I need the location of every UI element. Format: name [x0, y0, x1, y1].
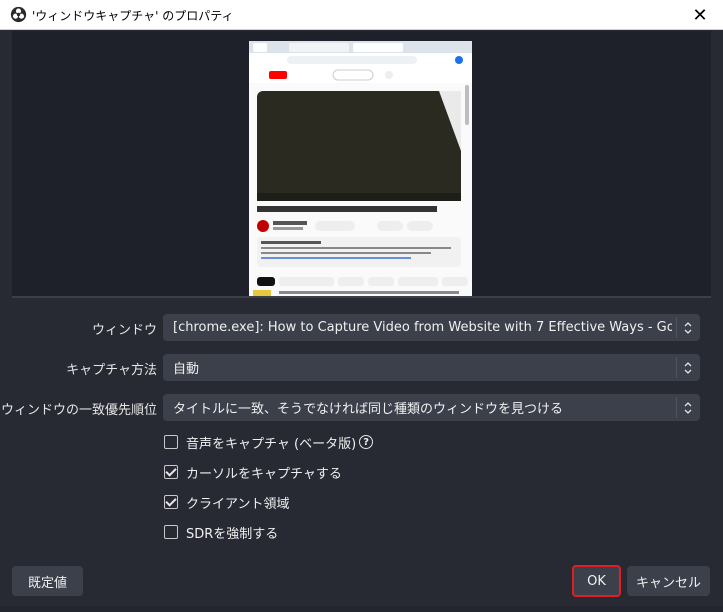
capture-method-select[interactable]: 自動	[163, 354, 700, 381]
force-sdr-label: SDRを強制する	[186, 526, 279, 542]
cancel-button[interactable]: キャンセル	[627, 566, 710, 596]
capture-method-label: キャプチャ方法	[66, 363, 157, 378]
capture-cursor-checkbox[interactable]	[164, 465, 178, 479]
client-area-label: クライアント領域	[186, 496, 290, 512]
capture-audio-label: 音声をキャプチャ (ベータ版)	[186, 436, 357, 452]
ok-button[interactable]: OK	[572, 565, 621, 597]
bottom-edge	[0, 606, 723, 612]
window-select-value: [chrome.exe]: How to Capture Video from …	[173, 320, 672, 335]
window-select[interactable]: [chrome.exe]: How to Capture Video from …	[163, 314, 700, 341]
capture-cursor-label: カーソルをキャプチャする	[186, 466, 342, 482]
window-label: ウィンドウ	[91, 323, 157, 338]
updown-arrows-icon	[676, 397, 696, 418]
updown-arrows-icon	[676, 317, 696, 338]
force-sdr-checkbox[interactable]	[164, 525, 178, 539]
help-icon[interactable]: ?	[359, 435, 374, 449]
capture-cursor-checkbox-row[interactable]: カーソルをキャプチャする	[164, 462, 342, 482]
preview-area	[12, 31, 711, 296]
obs-logo-icon	[10, 6, 27, 23]
defaults-button[interactable]: 既定値	[12, 566, 83, 596]
client-area-checkbox-row[interactable]: クライアント領域	[164, 492, 289, 512]
updown-arrows-icon	[676, 357, 696, 378]
close-button[interactable]: ✕	[683, 0, 717, 30]
priority-value: タイトルに一致、そうでなければ同じ種類のウィンドウを見つける	[173, 402, 564, 417]
force-sdr-checkbox-row[interactable]: SDRを強制する	[164, 522, 278, 542]
capture-audio-checkbox-row[interactable]: 音声をキャプチャ (ベータ版) ?	[164, 432, 374, 452]
capture-audio-checkbox[interactable]	[164, 435, 178, 449]
source-preview	[249, 41, 472, 296]
preview-splitter[interactable]	[12, 296, 711, 298]
title-bar: 'ウィンドウキャプチャ' のプロパティ ✕	[0, 0, 723, 30]
window-title: 'ウィンドウキャプチャ' のプロパティ	[32, 9, 234, 23]
priority-label: ウィンドウの一致優先順位	[0, 403, 157, 418]
close-icon: ✕	[692, 4, 708, 26]
priority-select[interactable]: タイトルに一致、そうでなければ同じ種類のウィンドウを見つける	[163, 394, 700, 421]
preview-screenshot	[249, 41, 472, 296]
client-area-checkbox[interactable]	[164, 495, 178, 509]
capture-method-value: 自動	[173, 362, 200, 377]
